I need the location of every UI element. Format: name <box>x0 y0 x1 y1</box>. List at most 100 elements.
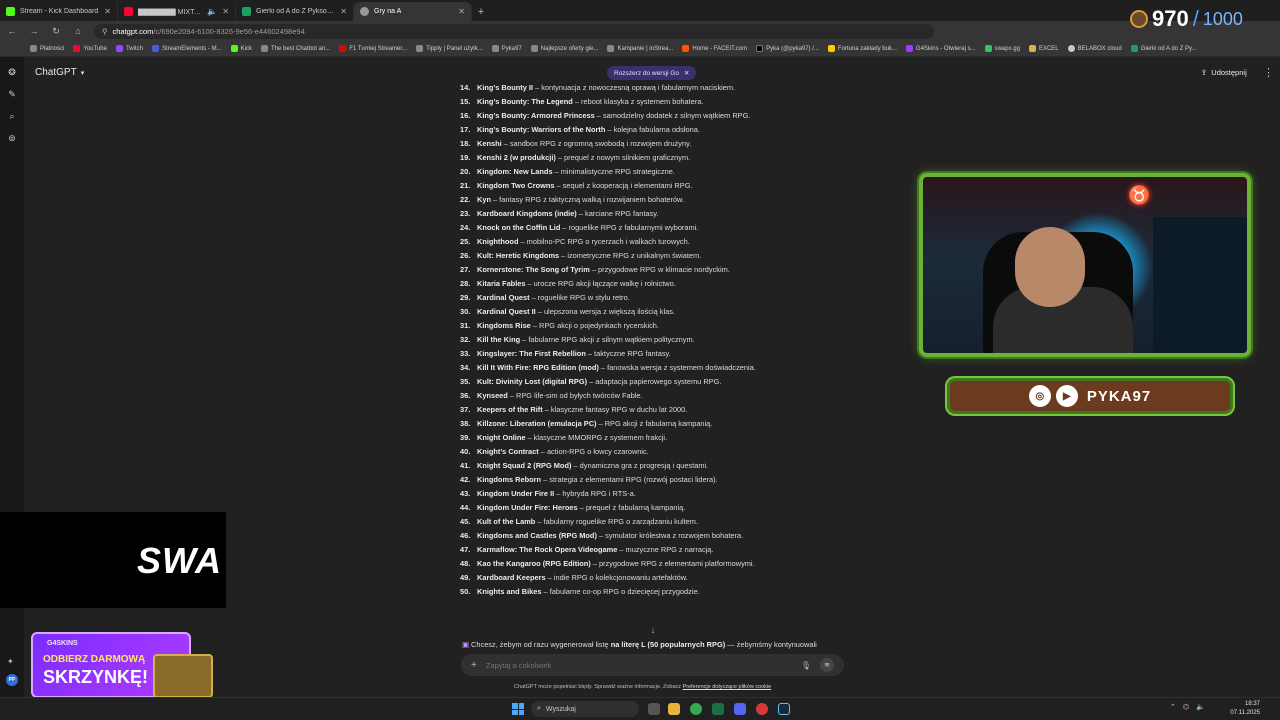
list-item: 26. Kult: Heretic Kingdoms – izometryczne… <box>460 249 860 263</box>
close-icon[interactable]: ✕ <box>458 7 465 16</box>
avatar-icon <box>1130 10 1148 28</box>
browser-tab-youtube[interactable]: ▇▇▇▇▇▇▇ MIXTAPE 🔈 ✕ <box>118 2 236 21</box>
discord-icon[interactable] <box>734 703 746 715</box>
game-title: Kardinal Quest II <box>477 307 536 316</box>
excel-icon[interactable] <box>712 703 724 715</box>
upgrade-label: Rozszerz do wersji Go <box>614 69 680 77</box>
search-icon[interactable]: ⌕ <box>9 111 14 122</box>
bookmark-item[interactable]: Fortuna zakłady buk... <box>827 45 897 52</box>
bookmark-item[interactable]: Twitch <box>115 45 143 52</box>
model-selector[interactable]: ChatGPT ▾ <box>35 67 84 78</box>
taskbar-search[interactable]: ⌕ Wyszukaj <box>531 701 639 717</box>
list-item-number: 17. <box>460 125 471 134</box>
list-item: 27. Kornerstone: The Song of Tyrim – przy… <box>460 263 860 277</box>
network-icon[interactable]: ⌬ <box>1183 703 1189 711</box>
bookmark-icon <box>491 45 499 52</box>
game-title: Karmaflow: The Rock Opera Videogame <box>477 545 618 554</box>
game-description: – indie RPG o kolekcjonowaniu artefaktów… <box>545 573 688 582</box>
game-description: – roguelike RPG w stylu retro. <box>529 293 630 302</box>
close-icon[interactable]: ✕ <box>684 69 689 77</box>
streamer-face-image <box>1015 227 1085 307</box>
game-description: – klasyczne fantasy RPG w duchu lat 2000… <box>542 405 688 414</box>
bookmark-item[interactable]: Gierki od A do Z Py... <box>1130 45 1197 52</box>
obs-icon[interactable] <box>756 703 768 715</box>
file-explorer-icon[interactable] <box>668 703 680 715</box>
more-options-icon[interactable]: ⋮ <box>1263 66 1274 79</box>
bookmark-item[interactable]: G4Skins - Otwieraj s... <box>905 45 976 52</box>
voice-mode-icon[interactable]: ≋ <box>820 658 834 672</box>
clock[interactable]: 18:37 07.11.2025 <box>1230 700 1260 718</box>
bookmark-item[interactable]: Najlepsze oferty gie... <box>530 45 598 52</box>
game-description: – sequel z kooperacją i elementami RPG. <box>554 181 693 190</box>
bookmark-item[interactable]: Płatności <box>30 45 64 52</box>
bookmark-item[interactable]: Kampanie | inStrea... <box>607 45 673 52</box>
task-view-icon[interactable] <box>648 703 660 715</box>
list-item: 49. Kardboard Keepers – indie RPG o kolek… <box>460 571 860 585</box>
library-icon[interactable]: ⊚ <box>8 133 16 144</box>
site-settings-icon[interactable]: ⚲ <box>102 27 108 36</box>
scroll-down-icon[interactable]: ↓ <box>647 625 659 637</box>
bookmark-item[interactable]: F1 Turniej Streamer... <box>339 45 407 52</box>
neon-bull-icon: ♉ <box>1128 185 1151 205</box>
prompt-input[interactable] <box>485 660 792 670</box>
new-chat-icon[interactable]: ✎ <box>8 89 16 100</box>
browser-tab-sheets[interactable]: Gierki od A do Z Pykson - Arku... ✕ <box>236 2 354 21</box>
reload-icon[interactable]: ↻ <box>50 26 62 37</box>
game-description: – fabularny roguelike RPG o zarządzaniu … <box>535 517 698 526</box>
game-description: – sandbox RPG z ogromną swobodą i rozwoj… <box>501 139 692 148</box>
game-title: Kynseed <box>477 391 508 400</box>
game-title: Killzone: Liberation (emulacja PC) <box>477 419 597 428</box>
bookmark-item[interactable]: Pyka97 <box>491 45 522 52</box>
add-attachment-icon[interactable]: + <box>471 660 477 671</box>
home-icon[interactable]: ⌂ <box>72 26 84 36</box>
forward-icon[interactable]: → <box>28 26 40 36</box>
avatar[interactable]: PP <box>6 674 18 686</box>
chatgpt-logo-icon[interactable]: ❂ <box>8 67 16 78</box>
steam-icon[interactable] <box>778 703 790 715</box>
share-button[interactable]: ⇪ Udostępnij <box>1201 68 1247 77</box>
bookmark-item[interactable]: BELABOX cloud <box>1067 45 1122 52</box>
list-item: 40. Knight’s Contract – action-RPG o łowc… <box>460 445 860 459</box>
belabox-icon <box>1067 45 1075 52</box>
url-field[interactable]: ⚲ chatgpt.com/c/690e2094-6100-8326-9e56-… <box>94 23 934 39</box>
chrome-icon[interactable] <box>690 703 702 715</box>
list-item: 21. Kingdom Two Crowns – sequel z koopera… <box>460 179 860 193</box>
f1-icon <box>339 45 347 52</box>
bookmark-item[interactable]: Home - FACEIT.com <box>682 45 747 52</box>
browser-tab-kick[interactable]: Stream - Kick Dashboard ✕ <box>0 2 118 21</box>
back-icon[interactable]: ← <box>6 26 18 36</box>
speaker-icon[interactable]: 🔈 <box>207 7 217 16</box>
bookmark-item[interactable]: The best Chatbot an... <box>260 45 330 52</box>
bookmark-item[interactable]: Kick <box>230 45 252 52</box>
upgrade-pill[interactable]: Rozszerz do wersji Go ✕ <box>607 66 697 80</box>
list-item: 31. Kingdoms Rise – RPG akcji o pojedynka… <box>460 319 860 333</box>
bookmark-item[interactable]: YouTube <box>73 45 107 52</box>
game-description: – przygodowe RPG w klimacie nordyckim. <box>589 265 730 274</box>
new-tab-button[interactable]: + <box>472 2 490 21</box>
share-label: Udostępnij <box>1211 68 1247 77</box>
sparkle-icon[interactable]: ✦ <box>7 657 14 666</box>
close-icon[interactable]: ✕ <box>340 7 347 16</box>
close-icon[interactable]: ✕ <box>104 7 111 16</box>
microphone-icon[interactable]: 🎙 <box>801 661 811 670</box>
bookmark-item[interactable]: StreamElements - M... <box>151 45 222 52</box>
game-title: Knight Online <box>477 433 526 442</box>
folder-icon <box>1028 45 1036 52</box>
volume-icon[interactable]: 🔈 <box>1196 703 1205 711</box>
x-icon <box>756 45 764 52</box>
list-item-number: 44. <box>460 503 471 512</box>
chevron-up-icon[interactable]: ⌃ <box>1170 703 1176 711</box>
browser-tab-chatgpt[interactable]: Gry na A ✕ <box>354 2 472 21</box>
list-item-number: 40. <box>460 447 471 456</box>
bookmark-item[interactable]: Pyka (@pyka97) /... <box>756 45 819 52</box>
game-description: – RPG life-sim od byłych twórców Fable. <box>507 391 643 400</box>
windows-start-icon[interactable] <box>512 703 524 715</box>
list-item-number: 32. <box>460 335 471 344</box>
close-icon[interactable]: ✕ <box>222 7 229 16</box>
bookmark-item[interactable]: Tipply | Panel użytk... <box>416 45 483 52</box>
cookie-preferences-link[interactable]: Preferencje dotyczące plików cookie <box>683 684 772 690</box>
share-icon: ⇪ <box>1201 68 1208 77</box>
bookmark-item[interactable]: swapx.gg <box>984 45 1020 52</box>
bookmark-item[interactable]: EXCEL <box>1028 45 1059 52</box>
list-item-number: 39. <box>460 433 471 442</box>
